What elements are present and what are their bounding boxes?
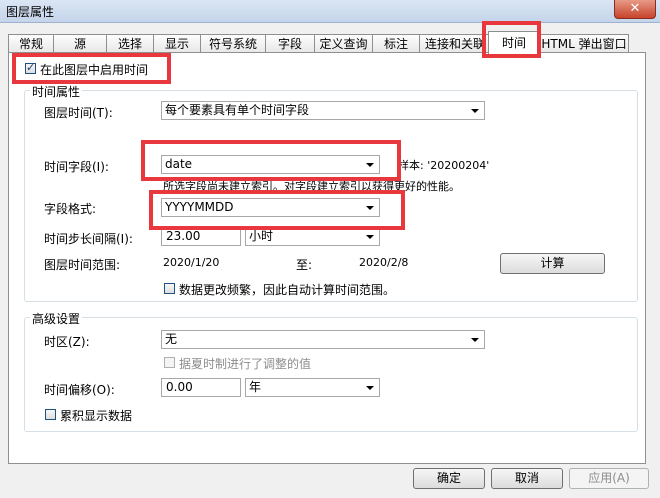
dst-label: 据夏时制进行了调整的值 bbox=[179, 357, 312, 371]
close-icon: ✕ bbox=[629, 1, 641, 16]
cumulative-checkbox[interactable] bbox=[45, 409, 56, 420]
time-offset-value: 0.00 bbox=[166, 380, 193, 394]
extent-to-label: 至: bbox=[296, 258, 313, 272]
time-step-unit-value: 小时 bbox=[249, 229, 274, 243]
chevron-down-icon bbox=[366, 163, 374, 167]
time-step-unit-dropdown[interactable]: 小时 bbox=[245, 227, 380, 246]
layer-time-value: 每个要素具有单个时间字段 bbox=[165, 103, 310, 117]
layer-time-label: 图层时间(T): bbox=[44, 106, 113, 120]
tab-symbology[interactable]: 符号系统 bbox=[200, 34, 266, 53]
calculate-button[interactable]: 计算 bbox=[500, 253, 605, 274]
field-format-label: 字段格式: bbox=[44, 202, 97, 216]
ok-button[interactable]: 确定 bbox=[413, 468, 485, 489]
time-offset-label: 时间偏移(O): bbox=[44, 383, 115, 397]
time-field-value: date bbox=[165, 157, 193, 171]
chevron-down-icon bbox=[366, 206, 374, 210]
tab-selection[interactable]: 选择 bbox=[106, 34, 154, 53]
layer-time-dropdown[interactable]: 每个要素具有单个时间字段 bbox=[161, 101, 485, 120]
cumulative-label[interactable]: 累积显示数据 bbox=[60, 407, 132, 424]
cancel-button[interactable]: 取消 bbox=[491, 468, 563, 489]
title-bar: 图层属性 ✕ bbox=[0, 0, 660, 23]
time-offset-input[interactable]: 0.00 bbox=[161, 378, 241, 397]
time-offset-unit-value: 年 bbox=[249, 380, 262, 394]
timezone-label: 时区(Z): bbox=[44, 335, 90, 349]
tab-labels[interactable]: 标注 bbox=[372, 34, 420, 53]
extent-end: 2020/2/8 bbox=[359, 256, 409, 269]
timezone-dropdown[interactable]: 无 bbox=[161, 330, 485, 349]
chevron-down-icon bbox=[366, 386, 374, 390]
sample-text: 样本: '20200204' bbox=[398, 159, 490, 172]
tab-source[interactable]: 源 bbox=[53, 34, 107, 53]
field-format-dropdown[interactable]: YYYYMMDD bbox=[161, 198, 380, 217]
timezone-value: 无 bbox=[165, 332, 178, 346]
time-field-label: 时间字段(I): bbox=[44, 160, 109, 174]
tab-html-popup[interactable]: HTML 弹出窗口 bbox=[539, 34, 629, 53]
tab-joins-relates[interactable]: 连接和关联 bbox=[419, 34, 491, 53]
field-format-value: YYYYMMDD bbox=[165, 200, 234, 214]
dst-checkbox[interactable] bbox=[164, 357, 175, 368]
enable-time-checkbox[interactable] bbox=[25, 61, 36, 74]
close-button[interactable]: ✕ bbox=[614, 0, 656, 19]
auto-calc-label[interactable]: 数据更改频繁，因此自动计算时间范围。 bbox=[179, 281, 395, 298]
tab-general[interactable]: 常规 bbox=[8, 34, 54, 53]
auto-calc-checkbox[interactable] bbox=[164, 283, 175, 294]
extent-start: 2020/1/20 bbox=[163, 256, 220, 269]
time-field-dropdown[interactable]: date bbox=[161, 155, 380, 174]
time-properties-title: 时间属性 bbox=[30, 83, 83, 100]
index-hint: 所选字段尚未建立索引。对字段建立索引以获得更好的性能。 bbox=[163, 180, 460, 193]
window-title: 图层属性 bbox=[6, 5, 55, 19]
chevron-down-icon bbox=[366, 235, 374, 239]
tab-fields[interactable]: 字段 bbox=[265, 34, 315, 53]
tab-display[interactable]: 显示 bbox=[153, 34, 201, 53]
apply-button[interactable]: 应用(A) bbox=[569, 468, 649, 489]
time-step-input[interactable]: 23.00 bbox=[161, 227, 241, 246]
chevron-down-icon bbox=[471, 109, 479, 113]
time-step-label: 时间步长间隔(I): bbox=[44, 232, 133, 246]
layer-extent-label: 图层时间范围: bbox=[44, 258, 121, 272]
advanced-settings-title: 高级设置 bbox=[30, 310, 83, 327]
tab-definition-query[interactable]: 定义查询 bbox=[314, 34, 373, 53]
time-offset-unit-dropdown[interactable]: 年 bbox=[245, 378, 380, 397]
chevron-down-icon bbox=[471, 338, 479, 342]
time-step-value: 23.00 bbox=[166, 229, 201, 243]
tab-time[interactable]: 时间 bbox=[488, 31, 540, 54]
enable-time-label[interactable]: 在此图层中启用时间 bbox=[40, 61, 148, 78]
